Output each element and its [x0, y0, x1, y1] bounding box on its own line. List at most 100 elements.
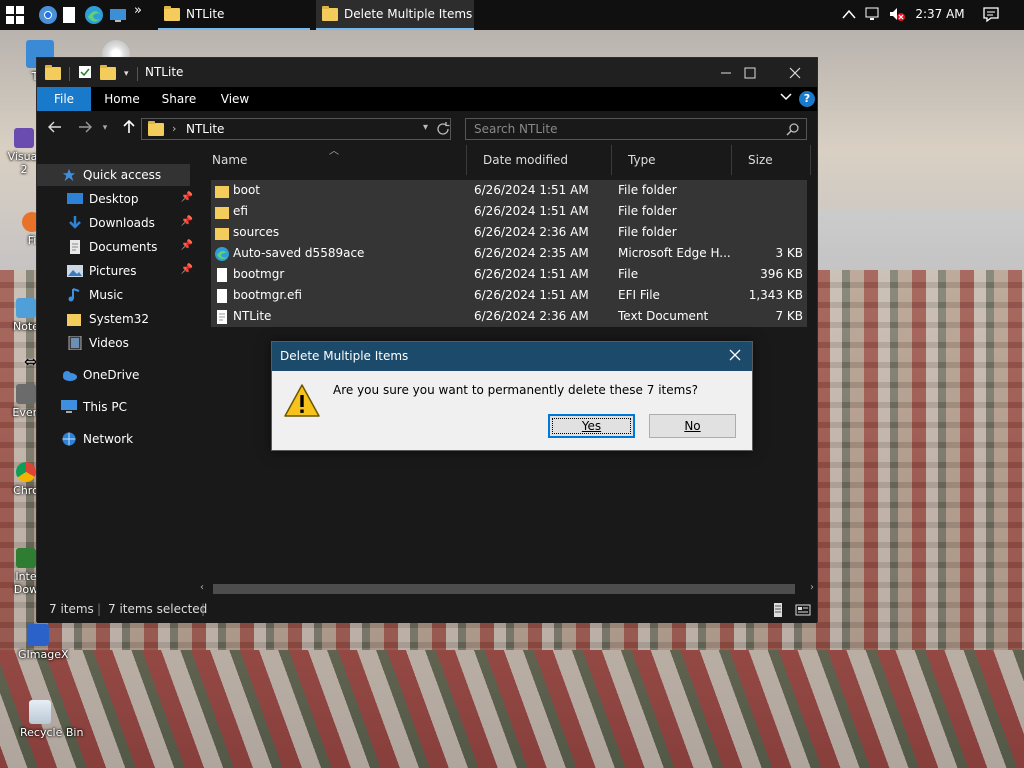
table-row[interactable]: Auto-saved d5589ace 6/26/2024 2:35 AM Mi… — [211, 243, 807, 264]
notepad-icon — [16, 298, 36, 318]
nav-item-downloads[interactable]: Downloads 📌 — [37, 212, 197, 234]
new-folder-icon[interactable] — [100, 65, 116, 80]
notifications-icon[interactable] — [982, 5, 1002, 25]
table-row[interactable]: boot 6/26/2024 1:51 AM File folder — [211, 180, 807, 201]
status-separator: | — [97, 602, 102, 616]
edge-taskbar-icon[interactable] — [84, 5, 104, 25]
dialog-title-bar[interactable]: Delete Multiple Items — [272, 342, 752, 371]
table-row[interactable]: sources 6/26/2024 2:36 AM File folder — [211, 222, 807, 243]
nav-item-network[interactable]: Network — [37, 428, 197, 450]
nav-item-onedrive[interactable]: OneDrive — [37, 364, 197, 386]
large-icons-view-icon[interactable] — [795, 602, 811, 618]
column-header-type[interactable]: Type — [613, 145, 732, 175]
taskbar: » NTLite Delete Multiple Items 2:37 AM — [0, 0, 1024, 30]
network-tray-icon[interactable] — [864, 6, 880, 25]
warning-icon — [283, 383, 321, 419]
column-header-name[interactable]: Name ︿ — [197, 145, 467, 175]
star-icon — [62, 168, 76, 182]
address-bar[interactable]: › NTLite ▾ — [141, 118, 451, 140]
overflow-chevron-icon[interactable]: » — [134, 3, 154, 23]
table-row[interactable]: bootmgr.efi 6/26/2024 1:51 AM EFI File 1… — [211, 285, 807, 306]
properties-icon[interactable] — [78, 65, 92, 82]
nav-item-quick-access[interactable]: Quick access — [37, 164, 190, 186]
yes-button[interactable]: Yes — [548, 414, 635, 438]
volume-muted-icon[interactable] — [888, 6, 906, 25]
desktop-icon-gimagex[interactable]: GImageX — [18, 624, 69, 661]
recent-locations-chevron-icon[interactable]: ▾ — [99, 119, 111, 137]
table-row[interactable]: efi 6/26/2024 1:51 AM File folder — [211, 201, 807, 222]
nav-item-documents[interactable]: Documents 📌 — [37, 236, 197, 258]
sort-ascending-icon: ︿ — [329, 146, 339, 157]
text-file-icon — [215, 310, 229, 324]
pin-icon[interactable]: 📌 — [181, 264, 193, 275]
chrome-taskbar-icon[interactable] — [38, 5, 58, 25]
scroll-left-icon[interactable]: ‹ — [200, 582, 204, 593]
search-box[interactable]: Search NTLite — [465, 118, 807, 140]
document-taskbar-icon[interactable] — [62, 5, 76, 25]
folder-icon — [215, 184, 229, 198]
selected-count: 7 items selected — [108, 602, 208, 616]
pin-icon[interactable]: 📌 — [181, 216, 193, 227]
breadcrumb-path[interactable]: NTLite — [186, 122, 224, 136]
scrollbar-thumb[interactable] — [213, 584, 795, 594]
folder-icon — [148, 121, 164, 136]
column-header-date-modified[interactable]: Date modified — [468, 145, 612, 175]
item-count: 7 items — [49, 602, 94, 616]
pin-icon[interactable]: 📌 — [181, 192, 193, 203]
maximize-button[interactable] — [727, 58, 773, 87]
dialog-close-button[interactable] — [722, 344, 748, 368]
breadcrumb-chevron-icon[interactable]: › — [172, 122, 176, 135]
desktop-icon — [67, 193, 83, 204]
taskbar-task-ntlite[interactable]: NTLite — [158, 0, 310, 30]
quick-access-toolbar: ▾ — [45, 65, 138, 82]
title-bar[interactable]: ▾ NTLite — [37, 58, 817, 87]
forward-button[interactable] — [75, 119, 95, 137]
horizontal-scrollbar[interactable]: ‹ › — [197, 581, 817, 597]
back-button[interactable] — [45, 119, 65, 137]
table-row[interactable]: bootmgr 6/26/2024 1:51 AM File 396 KB — [211, 264, 807, 285]
column-header-size[interactable]: Size — [733, 145, 811, 175]
nav-item-pictures[interactable]: Pictures 📌 — [37, 260, 197, 282]
search-input[interactable]: Search NTLite — [474, 122, 557, 136]
search-icon[interactable] — [786, 122, 800, 136]
folder-icon — [45, 65, 61, 80]
close-button[interactable] — [772, 58, 818, 87]
refresh-button[interactable] — [433, 118, 453, 140]
nav-item-this-pc[interactable]: This PC — [37, 396, 197, 418]
up-button[interactable] — [119, 119, 139, 137]
download-icon — [69, 216, 81, 229]
scroll-right-icon[interactable]: › — [810, 582, 814, 593]
computer-icon — [61, 400, 77, 413]
nav-item-system32[interactable]: System32 — [37, 308, 197, 330]
toolbar-separator — [136, 66, 138, 81]
tab-file[interactable]: File — [37, 87, 91, 111]
tray-chevron-up-icon[interactable] — [842, 8, 856, 22]
nav-item-videos[interactable]: Videos — [37, 332, 197, 354]
taskbar-clock[interactable]: 2:37 AM — [905, 7, 975, 21]
documents-icon — [70, 240, 80, 254]
tab-view[interactable]: View — [213, 87, 257, 111]
tab-share[interactable]: Share — [155, 87, 203, 111]
desktop-icon-recycle-bin[interactable]: Recycle Bin — [20, 700, 83, 739]
address-dropdown-chevron-icon[interactable]: ▾ — [423, 122, 428, 133]
file-explorer-window: ▾ NTLite File Home Share View ? ▾ › NTLi… — [36, 57, 818, 623]
remote-desktop-taskbar-icon[interactable] — [108, 5, 128, 25]
details-view-icon[interactable] — [770, 602, 786, 618]
taskbar-task-delete-dialog[interactable]: Delete Multiple Items — [316, 0, 474, 30]
folder-icon — [322, 5, 338, 21]
start-button[interactable] — [6, 6, 26, 24]
customize-chevron-icon[interactable]: ▾ — [124, 69, 129, 79]
ribbon-expand-chevron-icon[interactable] — [780, 91, 792, 105]
help-icon[interactable]: ? — [799, 91, 815, 107]
nav-item-music[interactable]: Music — [37, 284, 197, 306]
nav-item-desktop[interactable]: Desktop 📌 — [37, 188, 197, 210]
pictures-icon — [67, 265, 83, 277]
recycle-bin-icon — [29, 700, 51, 724]
gimagex-icon — [27, 624, 49, 646]
tab-home[interactable]: Home — [97, 87, 147, 111]
status-separator: | — [201, 602, 206, 616]
table-row[interactable]: NTLite 6/26/2024 2:36 AM Text Document 7… — [211, 306, 807, 327]
wallpaper-city-foreground — [0, 650, 1024, 768]
pin-icon[interactable]: 📌 — [181, 240, 193, 251]
no-button[interactable]: No — [649, 414, 736, 438]
